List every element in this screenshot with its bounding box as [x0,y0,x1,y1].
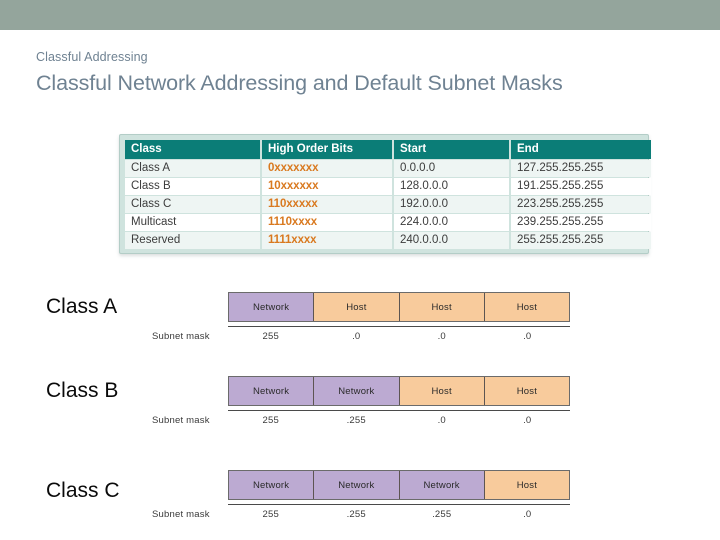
subnet-mask-values: 255 .255 .255 .0 [228,509,570,520]
octet-host: Host [484,293,569,321]
page-title: Classful Network Addressing and Default … [36,71,563,95]
cell-high-order-bits: 0xxxxxxx [262,160,392,177]
table-header-row: Class High Order Bits Start End [125,140,651,159]
octet-host: Host [399,293,485,321]
cell-high-order-bits: 1110xxxx [262,214,392,231]
cell-class: Class A [125,160,260,177]
class-diagram-label: Class B [46,379,119,402]
subnet-mask-octet: .0 [523,415,532,426]
subnet-mask-octet: .0 [523,331,532,342]
subnet-mask-octet: .0 [523,509,532,520]
subnet-mask-octet: .0 [437,415,446,426]
column-header-end: End [511,140,651,159]
cell-end-address: 191.255.255.255 [511,178,651,195]
table-row: Multicast 1110xxxx 224.0.0.0 239.255.255.25… [125,214,651,231]
subnet-mask-rule [228,410,570,411]
subnet-mask-octet: .0 [352,331,361,342]
cell-high-order-bits: 1111xxxx [262,232,392,249]
cell-start-address: 240.0.0.0 [394,232,509,249]
subnet-mask-label: Subnet mask [152,331,210,342]
subnet-mask-rule [228,504,570,505]
subnet-mask-rule [228,326,570,327]
cell-end-address: 255.255.255.255 [511,232,651,249]
cell-end-address: 127.255.255.255 [511,160,651,177]
classful-address-table: Class High Order Bits Start End Class A0… [119,134,651,254]
octet-host: Host [484,377,569,405]
table-row: Class A 0xxxxxxx 0.0.0.0 127.255.255.255 [125,160,651,177]
octet-row: Network Network Host Host [228,376,570,406]
cell-end-address: 239.255.255.255 [511,214,651,231]
octet-row: Network Host Host Host [228,292,570,322]
cell-class: Reserved [125,232,260,249]
slide-eyebrow-text: Classful Addressing [36,50,148,64]
table-row: Reserved 1111xxxx 240.0.0.0 255.255.255.255 [125,232,651,249]
cell-class: Multicast [125,214,260,231]
cell-high-order-bits: 10xxxxxx [262,178,392,195]
cell-class: Class B [125,178,260,195]
cell-start-address: 128.0.0.0 [394,178,509,195]
cell-start-address: 0.0.0.0 [394,160,509,177]
class-diagram-label: Class C [46,479,120,502]
class-diagram-label: Class A [46,295,118,318]
subnet-mask-octet: .255 [346,509,366,520]
octet-network: Network [314,377,400,405]
octet-network: Network [229,377,315,405]
top-accent-bar [0,0,720,30]
octet-network: Network [399,471,485,499]
subnet-mask-label: Subnet mask [152,415,210,426]
subnet-mask-label: Subnet mask [152,509,210,520]
octet-host: Host [314,293,400,321]
subnet-mask-octet: .0 [437,331,446,342]
octet-network: Network [229,293,315,321]
subnet-mask-values: 255 .0 .0 .0 [228,331,570,342]
subnet-mask-octet: 255 [262,415,279,426]
column-header-bits: High Order Bits [262,140,392,159]
cell-high-order-bits: 110xxxxx [262,196,392,213]
subnet-mask-octet: .255 [432,509,452,520]
subnet-mask-values: 255 .255 .0 .0 [228,415,570,426]
cell-start-address: 192.0.0.0 [394,196,509,213]
column-header-class: Class [125,140,260,159]
cell-class: Class C [125,196,260,213]
table-row: Class B 10xxxxxx 128.0.0.0 191.255.255.255 [125,178,651,195]
octet-host: Host [399,377,485,405]
octet-host: Host [484,471,569,499]
subnet-mask-octet: .255 [346,415,366,426]
octet-network: Network [229,471,315,499]
table-row: Class C 110xxxxx 192.0.0.0 223.255.255.255 [125,196,651,213]
cell-end-address: 223.255.255.255 [511,196,651,213]
octet-network: Network [314,471,400,499]
cell-start-address: 224.0.0.0 [394,214,509,231]
column-header-start: Start [394,140,509,159]
octet-row: Network Network Network Host [228,470,570,500]
subnet-mask-octet: 255 [262,509,279,520]
subnet-mask-octet: 255 [262,331,279,342]
